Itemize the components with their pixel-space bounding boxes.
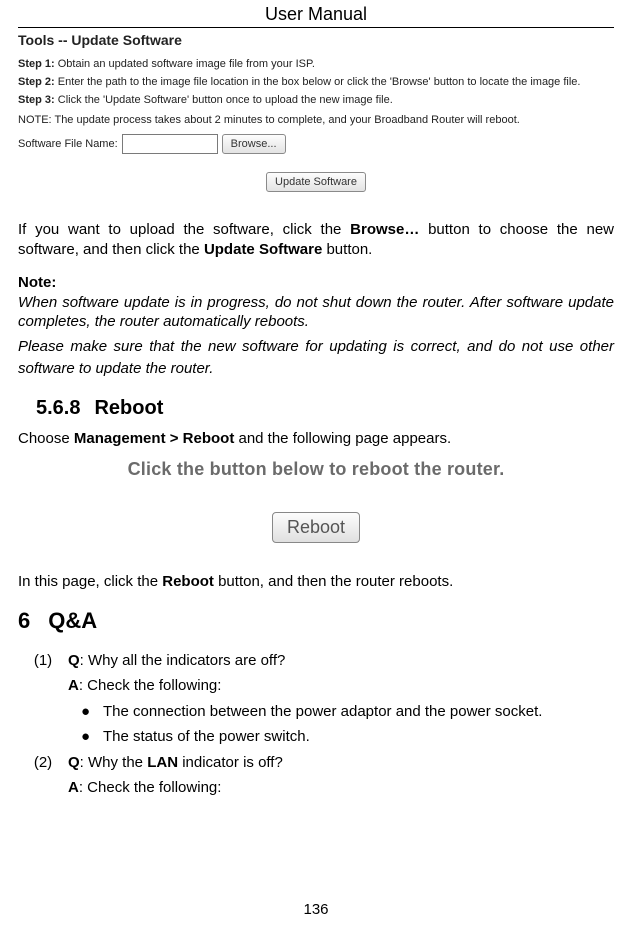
panel-note: NOTE: The update process takes about 2 m… <box>18 114 614 126</box>
paragraph-upload: If you want to upload the software, clic… <box>18 220 614 259</box>
qa-block: (1) Q: Why all the indicators are off? A… <box>18 648 614 801</box>
browse-button[interactable]: Browse... <box>222 134 286 154</box>
qa-2-q-text-a: : Why the <box>80 754 148 771</box>
heading-6-num: 6 <box>18 608 30 633</box>
update-software-panel: Tools -- Update Software Step 1: Obtain … <box>18 32 614 192</box>
reboot-choose-line: Choose Management > Reboot and the follo… <box>18 430 614 447</box>
reboot-instruction: In this page, click the Reboot button, a… <box>18 573 614 590</box>
step-3: Step 3: Click the 'Update Software' butt… <box>18 94 614 106</box>
para1-update: Update Software <box>204 241 322 258</box>
qa-1-answer: A: Check the following: <box>68 673 614 699</box>
qa-1-bullet-2-text: The status of the power switch. <box>103 724 310 750</box>
reboot-panel: Click the button below to reboot the rou… <box>86 459 546 543</box>
qa-1-bullet-1-text: The connection between the power adaptor… <box>103 699 542 725</box>
panel-title: Tools -- Update Software <box>18 32 614 48</box>
qa-2-q-text-c: indicator is off? <box>178 754 283 771</box>
heading-5-6-8-title: Reboot <box>94 397 163 419</box>
para1-browse: Browse… <box>350 221 419 238</box>
qa-2-num: (2) <box>18 750 68 801</box>
heading-5-6-8-num: 5.6.8 <box>36 397 80 419</box>
file-name-input[interactable] <box>122 134 218 154</box>
page-header-title: User Manual <box>18 0 614 28</box>
para1-a: If you want to upload the software, clic… <box>18 221 350 238</box>
step-3-label: Step 3: <box>18 94 55 106</box>
step-2-text: Enter the path to the image file locatio… <box>58 76 581 88</box>
note-body-2: Please make sure that the new software f… <box>18 336 614 381</box>
qa-2-q-lan: LAN <box>147 754 178 771</box>
qa-2-a-text: : Check the following: <box>79 779 222 796</box>
qa-1-question: Q: Why all the indicators are off? <box>68 648 614 674</box>
qa-2-question: Q: Why the LAN indicator is off? <box>68 750 614 776</box>
reboot-line-b: Management > Reboot <box>74 430 234 447</box>
step-1-label: Step 1: <box>18 58 55 70</box>
qa-1-q-text: : Why all the indicators are off? <box>80 652 286 669</box>
update-software-button[interactable]: Update Software <box>266 172 366 192</box>
qa-2-q-label: Q <box>68 754 80 771</box>
bullet-icon: ● <box>68 699 103 725</box>
qa-2-a-label: A <box>68 779 79 796</box>
reboot-button[interactable]: Reboot <box>272 512 360 543</box>
qa-1-q-label: Q <box>68 652 80 669</box>
qa-1: (1) Q: Why all the indicators are off? A… <box>18 648 614 750</box>
reboot-panel-text: Click the button below to reboot the rou… <box>86 459 546 480</box>
bullet-icon: ● <box>68 724 103 750</box>
qa-1-bullet-2: ● The status of the power switch. <box>68 724 614 750</box>
qa-1-bullet-1: ● The connection between the power adapt… <box>68 699 614 725</box>
heading-6: 6 Q&A <box>18 608 614 634</box>
heading-6-title: Q&A <box>48 608 97 633</box>
reboot-line-a: Choose <box>18 430 74 447</box>
step-1-text: Obtain an updated software image file fr… <box>58 58 315 70</box>
heading-5-6-8: 5.6.8 Reboot <box>36 397 614 420</box>
qa-1-a-text: : Check the following: <box>79 677 222 694</box>
after2-a: In this page, click the <box>18 573 162 590</box>
step-2-label: Step 2: <box>18 76 55 88</box>
step-3-text: Click the 'Update Software' button once … <box>58 94 393 106</box>
reboot-line-c: and the following page appears. <box>234 430 451 447</box>
page-number: 136 <box>0 901 632 918</box>
after2-b: Reboot <box>162 573 214 590</box>
para1-e: button. <box>322 241 372 258</box>
step-2: Step 2: Enter the path to the image file… <box>18 76 614 88</box>
qa-2: (2) Q: Why the LAN indicator is off? A: … <box>18 750 614 801</box>
step-1: Step 1: Obtain an updated software image… <box>18 58 614 70</box>
qa-1-a-label: A <box>68 677 79 694</box>
qa-1-num: (1) <box>18 648 68 750</box>
qa-2-answer: A: Check the following: <box>68 775 614 801</box>
note-heading: Note: <box>18 273 614 293</box>
note-body-1: When software update is in progress, do … <box>18 293 614 332</box>
file-label: Software File Name: <box>18 138 118 150</box>
after2-c: button, and then the router reboots. <box>214 573 453 590</box>
file-row: Software File Name: Browse... <box>18 134 614 154</box>
